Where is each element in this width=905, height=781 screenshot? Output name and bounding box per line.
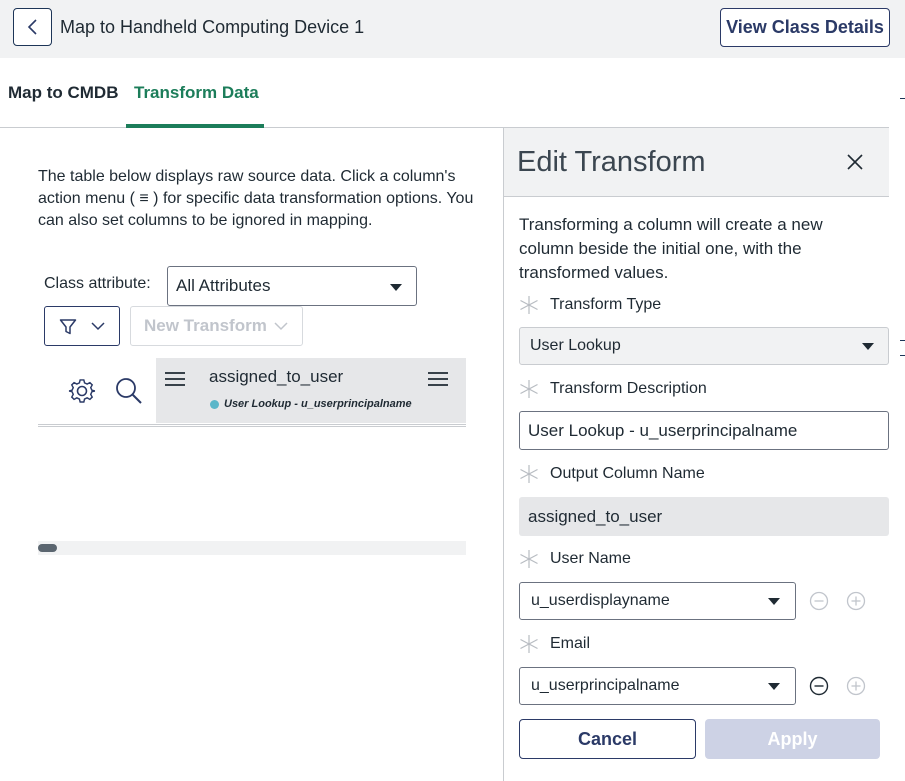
new-transform-label: New Transform [144,316,267,335]
required-asterisk-icon [520,465,538,483]
page-edge [889,58,905,781]
transform-type-label: Transform Type [519,295,661,315]
transform-description-input[interactable]: User Lookup - u_userprincipalname [519,411,889,450]
cancel-button[interactable]: Cancel [519,719,696,759]
filter-icon [59,319,77,335]
apply-button[interactable]: Apply [705,719,880,759]
transform-description-label: Transform Description [519,379,707,399]
class-attribute-label: Class attribute: [44,275,151,292]
caret-down-icon [768,683,780,690]
back-button[interactable] [13,8,52,46]
user-name-select[interactable]: u_userdisplayname [519,582,796,620]
chevron-down-icon [274,322,288,331]
tab-bar: Map to CMDB Transform Data [0,58,905,128]
page-title: Map to Handheld Computing Device 1 [60,17,365,37]
add-user-name-icon[interactable] [846,591,866,611]
header-bar: Map to Handheld Computing Device 1 View … [0,0,905,58]
transform-description-label-text: Transform Description [550,380,707,397]
user-name-label-text: User Name [550,550,631,567]
view-class-details-button[interactable]: View Class Details [720,8,890,47]
table-divider [38,424,466,427]
edge-divider [900,98,905,99]
status-dot-icon [210,399,219,409]
close-icon[interactable] [846,153,864,171]
tab-transform-data[interactable]: Transform Data [134,83,259,103]
caret-down-icon [768,598,780,605]
user-name-value: u_userdisplayname [531,592,670,609]
user-name-label: User Name [519,549,631,569]
remove-email-icon[interactable] [809,676,829,696]
transform-type-label-text: Transform Type [550,296,662,313]
column-header[interactable]: assigned_to_user User Lookup - u_userpri… [156,358,466,423]
scrollbar-thumb[interactable] [38,544,57,552]
edge-divider [900,355,905,356]
filter-button[interactable] [44,306,120,346]
output-column-label: Output Column Name [519,464,705,484]
class-attribute-value: All Attributes [176,276,271,295]
drag-handle-icon[interactable] [165,372,185,386]
required-asterisk-icon [520,380,538,398]
required-asterisk-icon [520,296,538,314]
column-name: assigned_to_user [209,367,344,386]
email-select[interactable]: u_userprincipalname [519,667,796,705]
required-asterisk-icon [520,550,538,568]
caret-down-icon [390,284,402,291]
output-column-value: assigned_to_user [528,506,663,526]
column-action-menu-icon[interactable] [428,372,448,386]
gear-icon[interactable] [68,377,96,405]
panel-header: Edit Transform [504,128,905,197]
tab-map-to-cmdb[interactable]: Map to CMDB [8,83,118,103]
edit-transform-panel: Edit Transform Transforming a column wil… [503,128,905,781]
transform-type-value: User Lookup [530,337,621,354]
panel-description: Transforming a column will create a new … [519,215,823,282]
caret-down-icon [862,343,874,350]
column-transform-subtitle: User Lookup - u_userprincipalname [210,398,412,410]
transform-type-select[interactable]: User Lookup [519,327,889,365]
email-label: Email [519,634,590,654]
class-attribute-select[interactable]: All Attributes [167,266,417,306]
required-asterisk-icon [520,635,538,653]
table-description: The table below displays raw source data… [38,168,474,229]
panel-title: Edit Transform [517,146,706,178]
chevron-left-icon [27,19,37,35]
search-icon[interactable] [114,376,144,406]
edge-divider [900,340,905,341]
chevron-down-icon [91,322,105,331]
email-label-text: Email [550,635,591,652]
transform-description-value: User Lookup - u_userprincipalname [528,420,798,440]
column-transform-text: User Lookup - u_userprincipalname [224,398,412,410]
add-email-icon[interactable] [846,676,866,696]
remove-user-name-icon[interactable] [809,591,829,611]
new-transform-button[interactable]: New Transform [130,306,303,346]
email-value: u_userprincipalname [531,677,680,694]
output-column-field: assigned_to_user [519,497,889,536]
output-column-label-text: Output Column Name [550,465,705,482]
horizontal-scrollbar[interactable] [38,541,466,555]
active-tab-indicator [126,124,264,128]
